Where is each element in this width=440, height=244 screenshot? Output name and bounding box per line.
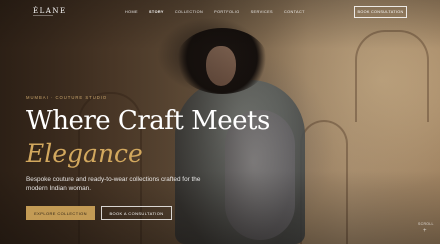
book-a-consultation-button[interactable]: BOOK A CONSULTATION (101, 206, 172, 220)
hero-title: Where Craft Meets (26, 106, 270, 136)
book-consultation-button[interactable]: BOOK CONSULTATION (354, 6, 407, 18)
scroll-indicator-label[interactable]: SCROLL (418, 222, 434, 226)
nav-item-story[interactable]: STORY (149, 10, 164, 14)
hero-eyebrow: MUMBAI · COUTURE STUDIO (26, 95, 108, 100)
brand-logo[interactable]: ÉLANE (33, 7, 67, 15)
nav-item-collection[interactable]: COLLECTION (175, 10, 203, 14)
logo-underline (33, 15, 53, 16)
hero-description: Bespoke couture and ready-to-wear collec… (26, 176, 201, 192)
hero-section: ÉLANE HOME STORY COLLECTION PORTFOLIO SE… (0, 0, 440, 244)
nav-item-contact[interactable]: CONTACT (284, 10, 305, 14)
top-navigation: ÉLANE HOME STORY COLLECTION PORTFOLIO SE… (0, 0, 440, 26)
nav-menu: HOME STORY COLLECTION PORTFOLIO SERVICES… (125, 10, 316, 14)
nav-item-portfolio[interactable]: PORTFOLIO (214, 10, 239, 14)
nav-item-home[interactable]: HOME (125, 10, 138, 14)
hero-title-accent: Elegance (26, 139, 143, 168)
explore-collection-button[interactable]: EXPLORE COLLECTION (26, 206, 95, 220)
nav-item-services[interactable]: SERVICES (251, 10, 273, 14)
plus-icon[interactable]: + (423, 228, 427, 234)
